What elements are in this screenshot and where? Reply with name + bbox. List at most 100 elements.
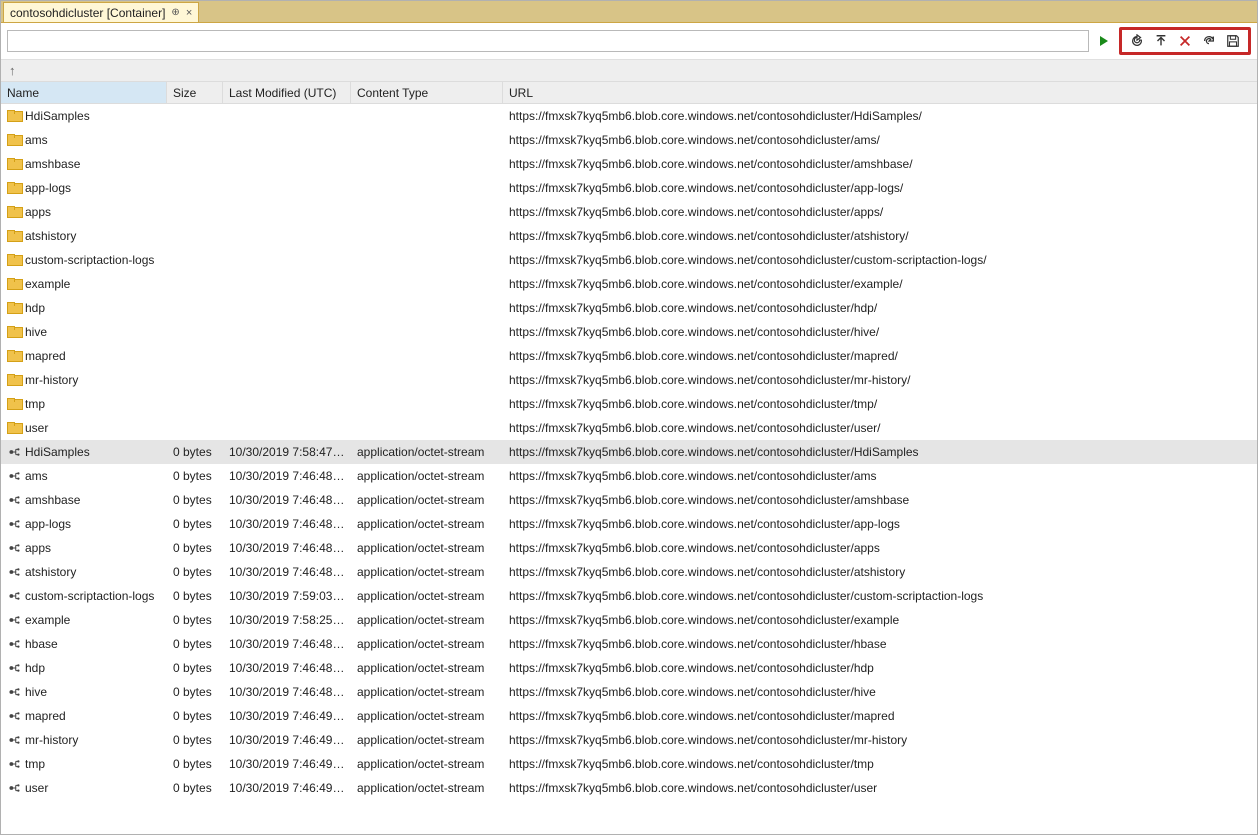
table-row[interactable]: mr-historyhttps://fmxsk7kyq5mb6.blob.cor… xyxy=(1,368,1257,392)
close-icon[interactable]: × xyxy=(186,7,192,19)
cell-url: https://fmxsk7kyq5mb6.blob.core.windows.… xyxy=(503,733,1257,747)
cell-name: custom-scriptaction-logs xyxy=(1,589,167,603)
table-row[interactable]: hdp https://fmxsk7kyq5mb6.blob.core.windo… xyxy=(1,296,1257,320)
table-row[interactable]: atshistory https://fmxsk7kyq5mb6.blob.cor… xyxy=(1,224,1257,248)
pin-icon[interactable]: ⊕ xyxy=(171,7,179,18)
cell-size: 0 bytes xyxy=(167,565,223,579)
row-name-text: hive xyxy=(25,325,47,339)
folder-icon xyxy=(7,399,21,410)
cell-url: https://fmxsk7kyq5mb6.blob.core.windows.… xyxy=(503,637,1257,651)
table-row[interactable]: mapred0 bytes10/30/2019 7:46:49 PMapplic… xyxy=(1,704,1257,728)
blob-icon xyxy=(7,709,21,723)
table-row[interactable]: user0 bytes10/30/2019 7:46:49 PMapplicat… xyxy=(1,776,1257,800)
cell-modified: 10/30/2019 7:46:48 PM xyxy=(223,493,351,507)
cell-modified: 10/30/2019 7:58:47 PM xyxy=(223,445,351,459)
row-name-text: tmp xyxy=(25,757,45,771)
cell-name: hdp xyxy=(1,301,167,315)
file-list[interactable]: HdiSamples https://fmxsk7kyq5mb6.blob.cor… xyxy=(1,104,1257,834)
refresh-button[interactable] xyxy=(1128,32,1146,50)
cell-modified: 10/30/2019 7:46:48 PM xyxy=(223,469,351,483)
delete-button[interactable] xyxy=(1176,32,1194,50)
up-button[interactable]: ↑ xyxy=(9,63,16,78)
cell-url: https://fmxsk7kyq5mb6.blob.core.windows.… xyxy=(503,301,1257,315)
header-url[interactable]: URL xyxy=(503,82,1257,103)
table-row[interactable]: custom-scriptaction-logs0 bytes10/30/201… xyxy=(1,584,1257,608)
table-row[interactable]: appshttps://fmxsk7kyq5mb6.blob.core.wind… xyxy=(1,200,1257,224)
table-row[interactable]: amshttps://fmxsk7kyq5mb6.blob.core.windo… xyxy=(1,128,1257,152)
cell-url: https://fmxsk7kyq5mb6.blob.core.windows.… xyxy=(503,709,1257,723)
table-row[interactable]: tmp0 bytes10/30/2019 7:46:49 PMapplicati… xyxy=(1,752,1257,776)
table-row[interactable]: apps0 bytes10/30/2019 7:46:48 PMapplicat… xyxy=(1,536,1257,560)
cell-url: https://fmxsk7kyq5mb6.blob.core.windows.… xyxy=(503,397,1257,411)
cell-ctype: application/octet-stream xyxy=(351,709,503,723)
cell-url: https://fmxsk7kyq5mb6.blob.core.windows.… xyxy=(503,253,1257,267)
table-row[interactable]: HdiSamples0 bytes10/30/2019 7:58:47 PMap… xyxy=(1,440,1257,464)
row-name-text: app-logs xyxy=(25,181,71,195)
header-content-type[interactable]: Content Type xyxy=(351,82,503,103)
table-row[interactable]: example0 bytes10/30/2019 7:58:25 PMappli… xyxy=(1,608,1257,632)
row-name-text: hdp xyxy=(25,301,45,315)
cell-name: mapred xyxy=(1,709,167,723)
save-button[interactable] xyxy=(1224,32,1242,50)
blob-icon xyxy=(7,685,21,699)
cell-url: https://fmxsk7kyq5mb6.blob.core.windows.… xyxy=(503,325,1257,339)
cell-modified: 10/30/2019 7:46:49 PM xyxy=(223,757,351,771)
path-input[interactable] xyxy=(7,30,1089,52)
cell-url: https://fmxsk7kyq5mb6.blob.core.windows.… xyxy=(503,229,1257,243)
folder-icon xyxy=(7,279,21,290)
cell-url: https://fmxsk7kyq5mb6.blob.core.windows.… xyxy=(503,541,1257,555)
table-row[interactable]: amshbasehttps://fmxsk7kyq5mb6.blob.core.… xyxy=(1,152,1257,176)
row-name-text: HdiSamples xyxy=(25,109,90,123)
nav-row: ↑ xyxy=(1,60,1257,82)
header-size[interactable]: Size xyxy=(167,82,223,103)
header-modified[interactable]: Last Modified (UTC) xyxy=(223,82,351,103)
row-name-text: example xyxy=(25,277,70,291)
upload-button[interactable] xyxy=(1152,32,1170,50)
tab-bar: contosohdicluster [Container] ⊕ × xyxy=(1,1,1257,23)
table-row[interactable]: userhttps://fmxsk7kyq5mb6.blob.core.wind… xyxy=(1,416,1257,440)
table-row[interactable]: hbase0 bytes10/30/2019 7:46:48 PMapplica… xyxy=(1,632,1257,656)
table-row[interactable]: app-logs0 bytes10/30/2019 7:46:48 PMappl… xyxy=(1,512,1257,536)
cell-ctype: application/octet-stream xyxy=(351,733,503,747)
cell-url: https://fmxsk7kyq5mb6.blob.core.windows.… xyxy=(503,373,1257,387)
folder-icon xyxy=(7,207,21,218)
table-row[interactable]: hive0 bytes10/30/2019 7:46:48 PMapplicat… xyxy=(1,680,1257,704)
cell-ctype: application/octet-stream xyxy=(351,445,503,459)
blob-icon xyxy=(7,661,21,675)
table-row[interactable]: custom-scriptaction-logshttps://fmxsk7ky… xyxy=(1,248,1257,272)
folder-icon xyxy=(7,183,21,194)
table-row[interactable]: mapredhttps://fmxsk7kyq5mb6.blob.core.wi… xyxy=(1,344,1257,368)
header-name[interactable]: Name xyxy=(1,82,167,103)
cell-size: 0 bytes xyxy=(167,661,223,675)
go-button[interactable] xyxy=(1095,32,1113,50)
cell-size: 0 bytes xyxy=(167,637,223,651)
redo-button[interactable] xyxy=(1200,32,1218,50)
table-row[interactable]: tmphttps://fmxsk7kyq5mb6.blob.core.windo… xyxy=(1,392,1257,416)
cell-url: https://fmxsk7kyq5mb6.blob.core.windows.… xyxy=(503,133,1257,147)
blob-icon xyxy=(7,445,21,459)
tab-title: contosohdicluster [Container] xyxy=(10,6,165,20)
table-row[interactable]: atshistory0 bytes10/30/2019 7:46:48 PMap… xyxy=(1,560,1257,584)
table-row[interactable]: hive https://fmxsk7kyq5mb6.blob.core.wind… xyxy=(1,320,1257,344)
cell-size: 0 bytes xyxy=(167,469,223,483)
table-row[interactable]: hdp0 bytes10/30/2019 7:46:48 PMapplicati… xyxy=(1,656,1257,680)
cell-ctype: application/octet-stream xyxy=(351,589,503,603)
cell-name: atshistory xyxy=(1,229,167,243)
row-name-text: atshistory xyxy=(25,565,76,579)
cell-name: HdiSamples xyxy=(1,445,167,459)
cell-size: 0 bytes xyxy=(167,781,223,795)
toolbar xyxy=(1,23,1257,60)
blob-icon xyxy=(7,517,21,531)
cell-modified: 10/30/2019 7:46:48 PM xyxy=(223,541,351,555)
table-row[interactable]: app-logshttps://fmxsk7kyq5mb6.blob.core.… xyxy=(1,176,1257,200)
tab-container[interactable]: contosohdicluster [Container] ⊕ × xyxy=(3,2,199,22)
table-row[interactable]: HdiSampleshttps://fmxsk7kyq5mb6.blob.cor… xyxy=(1,104,1257,128)
table-row[interactable]: examplehttps://fmxsk7kyq5mb6.blob.core.w… xyxy=(1,272,1257,296)
table-row[interactable]: ams0 bytes10/30/2019 7:46:48 PMapplicati… xyxy=(1,464,1257,488)
table-row[interactable]: mr-history0 bytes10/30/2019 7:46:49 PMap… xyxy=(1,728,1257,752)
cell-url: https://fmxsk7kyq5mb6.blob.core.windows.… xyxy=(503,613,1257,627)
blob-icon xyxy=(7,781,21,795)
table-row[interactable]: amshbase0 bytes10/30/2019 7:46:48 PMappl… xyxy=(1,488,1257,512)
blob-icon xyxy=(7,733,21,747)
cell-name: user xyxy=(1,781,167,795)
